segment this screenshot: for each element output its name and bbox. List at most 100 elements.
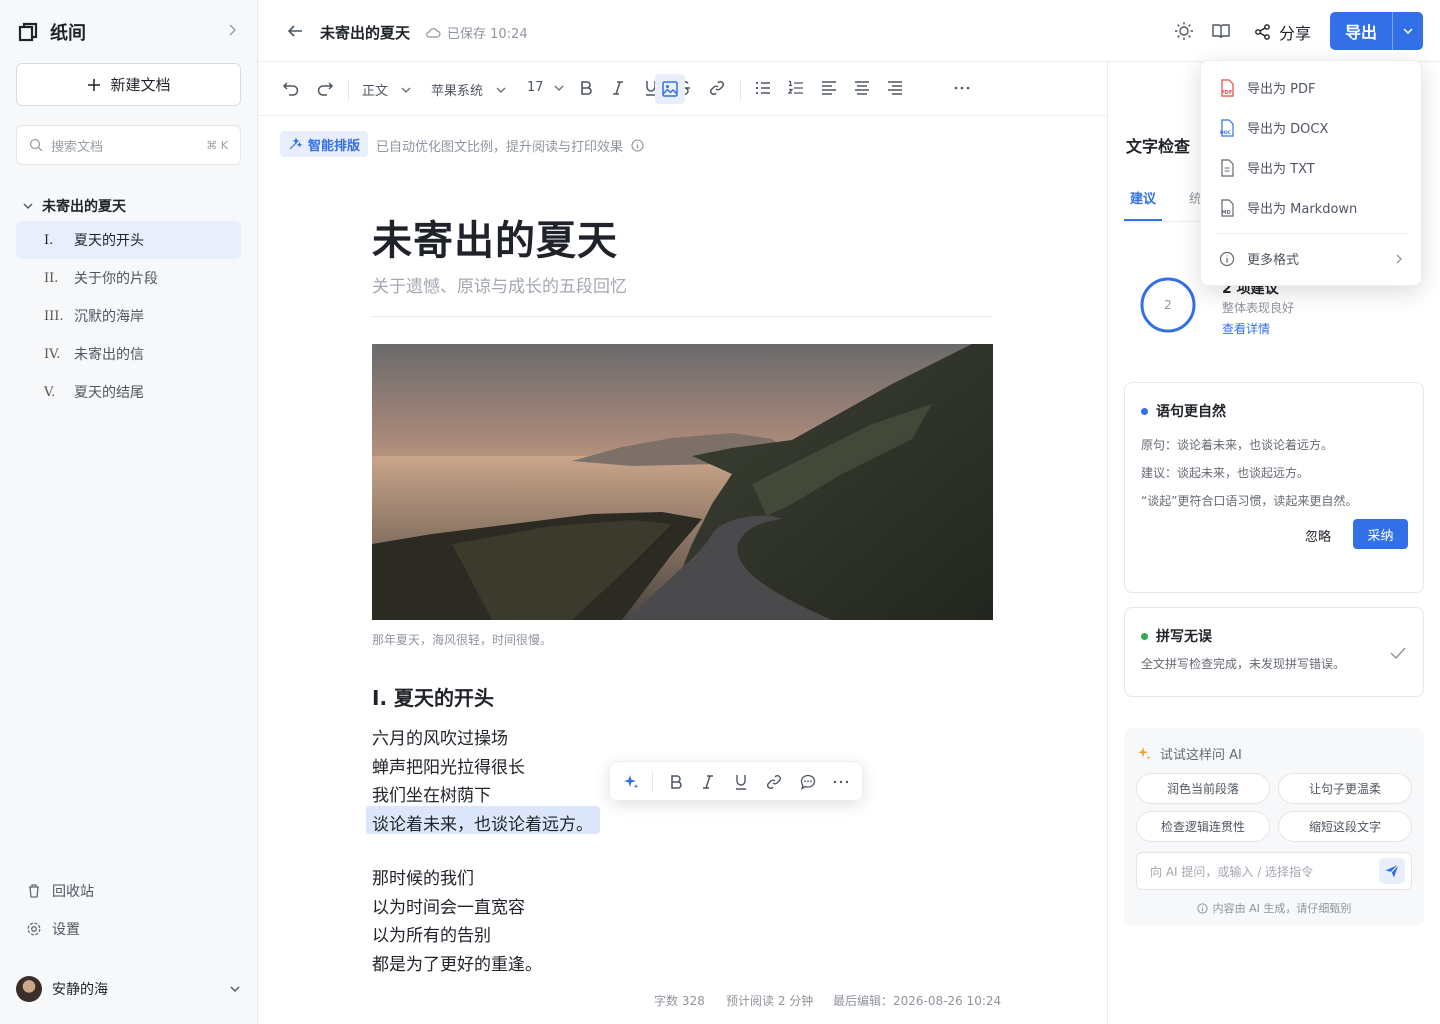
font-family-select[interactable]: 苹果系统 <box>431 80 507 99</box>
search-input[interactable]: 搜索文档 ⌘ K <box>16 125 241 165</box>
outline-item[interactable]: I. 夏天的开头 <box>16 221 241 259</box>
ai-suggestion-chip[interactable]: 检查逻辑连贯性 <box>1136 811 1270 842</box>
ai-prompt-placeholder: 向 AI 提问，或输入 / 选择指令 <box>1150 864 1314 879</box>
smart-layout-badge[interactable]: 智能排版 <box>280 131 369 157</box>
info-icon[interactable] <box>631 139 644 152</box>
paragraph-line[interactable]: 以为时间会一直宽容 <box>372 893 525 918</box>
export-txt-item[interactable]: 导出为 TXT <box>1219 158 1315 177</box>
paragraph-line[interactable]: 蝉声把阳光拉得很长 <box>372 753 525 778</box>
font-size-select[interactable]: 17 <box>527 80 565 95</box>
export-markdown-item[interactable]: MD 导出为 Markdown <box>1219 198 1357 217</box>
export-button[interactable]: 导出 <box>1330 12 1423 50</box>
chevron-down-icon <box>495 84 507 96</box>
bold-icon[interactable] <box>578 79 594 97</box>
outline-item[interactable]: III. 沉默的海岸 <box>16 297 241 335</box>
link-icon[interactable] <box>708 79 726 97</box>
align-right-icon[interactable] <box>886 79 904 97</box>
avatar <box>16 976 42 1002</box>
paragraph-line[interactable]: 六月的风吹过操场 <box>372 724 508 749</box>
ai-suggestion-chip[interactable]: 缩短这段文字 <box>1278 811 1412 842</box>
check-icon <box>1389 644 1407 662</box>
outline-label: 关于你的片段 <box>74 271 158 287</box>
align-center-icon[interactable] <box>853 79 871 97</box>
cover-image[interactable] <box>372 344 993 620</box>
chevron-down-icon[interactable] <box>1393 24 1423 38</box>
underline-icon[interactable] <box>733 773 749 791</box>
settings-link[interactable]: 设置 <box>26 919 80 939</box>
more-formats-item[interactable]: 更多格式 <box>1219 249 1405 268</box>
outline-item[interactable]: IV. 未寄出的信 <box>16 335 241 373</box>
score-ring: 2 <box>1139 276 1197 334</box>
user-menu[interactable]: 安静的海 <box>16 976 242 1002</box>
ai-disclaimer-text: 内容由 AI 生成，请仔细甄别 <box>1212 902 1352 915</box>
menu-divider <box>1215 233 1409 234</box>
outline-item[interactable]: II. 关于你的片段 <box>16 259 241 297</box>
more-icon[interactable] <box>832 773 850 791</box>
spelling-title: 拼写无误 <box>1156 629 1212 645</box>
comment-icon[interactable] <box>799 773 817 791</box>
italic-icon[interactable] <box>610 79 626 97</box>
tab-suggestions[interactable]: 建议 <box>1130 188 1156 207</box>
last-edited: 最后编辑：2026-08-26 10:24 <box>833 994 1002 1008</box>
smart-layout-label: 智能排版 <box>308 138 361 154</box>
paragraph-line-selected[interactable]: 谈论着未来，也谈论着远方。 <box>372 810 593 835</box>
ai-prompt-input[interactable]: 向 AI 提问，或输入 / 选择指令 <box>1136 852 1412 890</box>
bullet-list-icon[interactable] <box>754 79 772 97</box>
ai-sparkle-icon[interactable] <box>622 773 640 791</box>
logo-icon <box>18 22 38 42</box>
chevron-right-icon[interactable] <box>224 22 240 38</box>
align-left-icon[interactable] <box>820 79 838 97</box>
chevron-down-icon <box>553 82 565 94</box>
link-icon[interactable] <box>765 773 783 791</box>
ai-suggestion-chip[interactable]: 润色当前段落 <box>1136 773 1270 804</box>
export-menu: PDF 导出为 PDF DOC 导出为 DOCX 导出为 TXT MD 导出为 … <box>1200 60 1422 286</box>
accept-button[interactable]: 采纳 <box>1353 519 1408 549</box>
save-status-text: 已保存 10:24 <box>447 27 528 42</box>
view-details-link[interactable]: 查看详情 <box>1222 320 1270 337</box>
trash-icon <box>26 883 42 899</box>
numbered-list-icon[interactable] <box>787 79 805 97</box>
paragraph-line[interactable]: 以为所有的告别 <box>372 921 491 946</box>
spelling-card: 拼写无误 全文拼写检查完成，未发现拼写错误。 <box>1124 607 1424 697</box>
svg-text:PDF: PDF <box>1221 90 1232 96</box>
back-arrow-icon[interactable] <box>286 22 304 40</box>
italic-icon[interactable] <box>700 773 716 791</box>
sun-icon[interactable] <box>1174 21 1194 41</box>
outline-label: 夏天的开头 <box>74 233 144 249</box>
redo-icon[interactable] <box>316 79 334 97</box>
score-subtitle: 整体表现良好 <box>1222 301 1295 315</box>
paragraph-line[interactable]: 都是为了更好的重逢。 <box>372 950 542 975</box>
export-docx-item[interactable]: DOC 导出为 DOCX <box>1219 118 1328 137</box>
paragraph-line[interactable]: 我们坐在树荫下 <box>372 781 491 806</box>
export-pdf-item[interactable]: PDF 导出为 PDF <box>1219 78 1315 97</box>
image-button[interactable] <box>655 74 685 104</box>
doc-title: 未寄出的夏天 <box>320 24 411 42</box>
doc-tree-root[interactable]: 未寄出的夏天 <box>22 196 126 216</box>
book-icon[interactable] <box>1211 21 1231 41</box>
undo-icon[interactable] <box>282 79 300 97</box>
more-icon[interactable] <box>953 79 971 97</box>
suggested-sentence: 建议：谈起未来，也谈起远方。 <box>1141 466 1310 480</box>
spelling-desc: 全文拼写检查完成，未发现拼写错误。 <box>1141 657 1346 671</box>
bold-icon[interactable] <box>668 773 684 791</box>
doc-subtitle: 关于遗憾、原谅与成长的五段回忆 <box>372 277 627 297</box>
trash-link[interactable]: 回收站 <box>26 881 94 901</box>
chevron-down-icon[interactable] <box>22 200 34 212</box>
new-doc-button[interactable]: 新建文档 <box>16 63 241 106</box>
save-status: 已保存 10:24 <box>425 23 528 42</box>
send-icon[interactable] <box>1379 858 1405 884</box>
smart-layout-tip: 已自动优化图文比例，提升阅读与打印效果 <box>376 136 644 155</box>
share-button[interactable]: 分享 <box>1254 20 1311 44</box>
paragraph-style-select[interactable]: 正文 <box>362 80 412 99</box>
outline-item[interactable]: V. 夏天的结尾 <box>16 373 241 411</box>
sidebar: 纸间 新建文档 搜索文档 ⌘ K 未寄出的夏天 I. 夏天的开头 II. 关于你的片… <box>0 0 258 1024</box>
ai-suggestion-chip[interactable]: 让句子更温柔 <box>1278 773 1412 804</box>
ai-disclaimer: 内容由 AI 生成，请仔细甄别 <box>1124 900 1424 916</box>
suggestion-card: 语句更自然 原句：谈论着未来，也谈论着远方。 建议：谈起未来，也谈起远方。 “谈… <box>1124 382 1424 593</box>
app-brand[interactable]: 纸间 <box>18 19 86 45</box>
image-icon <box>661 80 679 98</box>
ignore-button[interactable]: 忽略 <box>1305 526 1331 545</box>
search-shortcut: ⌘ K <box>206 138 228 152</box>
paragraph-line[interactable]: 那时候的我们 <box>372 864 474 889</box>
menu-item-label: 导出为 TXT <box>1247 162 1315 177</box>
